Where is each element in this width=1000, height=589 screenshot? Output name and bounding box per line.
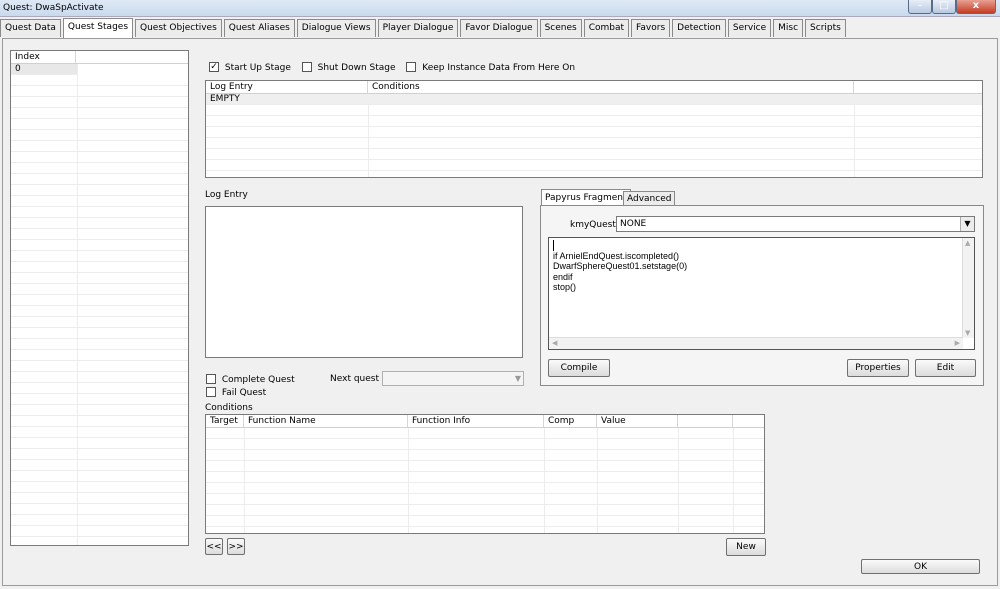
scroll-left-icon[interactable]: ◀ xyxy=(552,339,557,347)
scroll-up-icon[interactable]: ▲ xyxy=(965,239,970,247)
conditions-table[interactable]: Target Function Name Function Info Comp … xyxy=(205,414,765,534)
index-column-header[interactable]: Index xyxy=(11,51,76,63)
comp-column-header[interactable]: Comp xyxy=(544,415,597,427)
title-bar: Quest: DwaSpActivate xyxy=(0,0,1000,17)
complete-quest-row: Complete Quest xyxy=(206,374,295,385)
kmyquest-value: NONE xyxy=(620,219,647,229)
complete-quest-checkbox[interactable] xyxy=(206,374,216,384)
start-up-stage-label: Start Up Stage xyxy=(224,62,291,73)
fail-quest-row: Fail Quest xyxy=(206,387,266,398)
new-button[interactable]: New xyxy=(726,538,766,556)
close-button[interactable]: x xyxy=(956,0,996,14)
next-button[interactable]: >> xyxy=(227,538,245,555)
edit-button[interactable]: Edit xyxy=(915,359,976,377)
next-quest-label: Next quest xyxy=(330,374,379,384)
tab-detection[interactable]: Detection xyxy=(672,19,726,37)
log-entry-table[interactable]: Log Entry Conditions EMPTY xyxy=(205,80,983,178)
tab-papyrus-fragment[interactable]: Papyrus Fragment xyxy=(541,189,631,206)
chevron-down-icon[interactable]: ▼ xyxy=(960,217,974,231)
window-controls: – □ x xyxy=(908,0,996,14)
shut-down-stage-checkbox[interactable] xyxy=(301,62,312,72)
compile-button[interactable]: Compile xyxy=(548,359,610,377)
next-quest-select[interactable]: ▼ xyxy=(382,371,524,386)
tab-combat[interactable]: Combat xyxy=(583,19,630,37)
code-line xyxy=(553,240,554,251)
horizontal-scrollbar[interactable]: ◀ ▶ xyxy=(549,337,963,349)
previous-button[interactable]: << xyxy=(205,538,223,555)
maximize-button[interactable]: □ xyxy=(932,0,956,14)
tab-quest-stages[interactable]: Quest Stages xyxy=(62,18,134,38)
keep-instance-label: Keep Instance Data From Here On xyxy=(422,62,576,73)
script-editor[interactable]: if ArnielEndQuest.iscompleted() DwarfSph… xyxy=(548,237,975,350)
conditions-column-header[interactable]: Conditions xyxy=(368,81,854,93)
complete-quest-label: Complete Quest xyxy=(221,374,295,385)
tab-service[interactable]: Service xyxy=(727,19,772,37)
function-name-column-header[interactable]: Function Name xyxy=(244,415,408,427)
chevron-down-icon: ▼ xyxy=(514,374,521,383)
script-code: if ArnielEndQuest.iscompleted() DwarfSph… xyxy=(553,240,687,293)
fail-quest-label: Fail Quest xyxy=(221,387,267,398)
window-title: Quest: DwaSpActivate xyxy=(3,3,104,13)
log-entry-column-header[interactable]: Log Entry xyxy=(206,81,368,93)
log-entry-textarea[interactable] xyxy=(205,206,523,358)
tab-scenes[interactable]: Scenes xyxy=(539,19,582,37)
index-list-header: Index xyxy=(11,51,188,64)
tab-strip: Quest Data Quest Stages Quest Objectives… xyxy=(0,18,848,38)
minimize-button[interactable]: – xyxy=(908,0,932,14)
index-row[interactable]: 0 xyxy=(11,64,77,75)
tab-scripts[interactable]: Scripts xyxy=(805,19,846,37)
keep-instance-checkbox[interactable] xyxy=(406,62,417,72)
properties-button[interactable]: Properties xyxy=(847,359,909,377)
tab-favors[interactable]: Favors xyxy=(631,19,671,37)
code-line: stop() xyxy=(553,282,577,292)
vertical-scrollbar[interactable]: ▲ ▼ xyxy=(962,238,974,338)
function-info-column-header[interactable]: Function Info xyxy=(408,415,544,427)
ok-button[interactable]: OK xyxy=(861,559,980,574)
log-entry-cell: EMPTY xyxy=(210,94,240,104)
code-line: DwarfSphereQuest01.setstage(0) xyxy=(553,261,688,271)
tab-misc[interactable]: Misc xyxy=(773,19,804,37)
fail-quest-checkbox[interactable] xyxy=(206,387,216,397)
target-column-header[interactable]: Target xyxy=(206,415,244,427)
tab-favor-dialogue[interactable]: Favor Dialogue xyxy=(460,19,538,37)
log-table-header: Log Entry Conditions xyxy=(206,81,982,94)
tab-advanced[interactable]: Advanced xyxy=(623,191,676,206)
value-column-header[interactable]: Value xyxy=(597,415,678,427)
code-line: endif xyxy=(553,271,573,282)
tab-player-dialogue[interactable]: Player Dialogue xyxy=(377,19,459,37)
index-list[interactable]: Index 0 xyxy=(10,50,189,546)
start-up-stage-checkbox[interactable]: ✓ xyxy=(209,62,219,72)
tab-quest-objectives[interactable]: Quest Objectives xyxy=(135,19,222,37)
tab-quest-aliases[interactable]: Quest Aliases xyxy=(223,19,295,37)
shut-down-stage-label: Shut Down Stage xyxy=(317,62,396,73)
tab-dialogue-views[interactable]: Dialogue Views xyxy=(296,19,376,37)
kmyquest-select[interactable]: NONE ▼ xyxy=(616,216,975,232)
conditions-label: Conditions xyxy=(205,403,253,413)
kmyquest-label: kmyQuest xyxy=(570,220,616,230)
index-value: 0 xyxy=(15,64,21,74)
log-entry-label: Log Entry xyxy=(205,190,248,200)
extra-column-header[interactable] xyxy=(678,415,733,427)
stage-flags: ✓ Start Up Stage Shut Down Stage Keep In… xyxy=(209,62,575,73)
conditions-header: Target Function Name Function Info Comp … xyxy=(206,415,764,428)
tab-quest-data[interactable]: Quest Data xyxy=(0,19,61,37)
scroll-right-icon[interactable]: ▶ xyxy=(955,339,960,347)
scroll-down-icon[interactable]: ▼ xyxy=(965,329,970,337)
log-table-row[interactable]: EMPTY xyxy=(206,94,982,105)
code-line: if ArnielEndQuest.iscompleted() xyxy=(553,250,680,261)
